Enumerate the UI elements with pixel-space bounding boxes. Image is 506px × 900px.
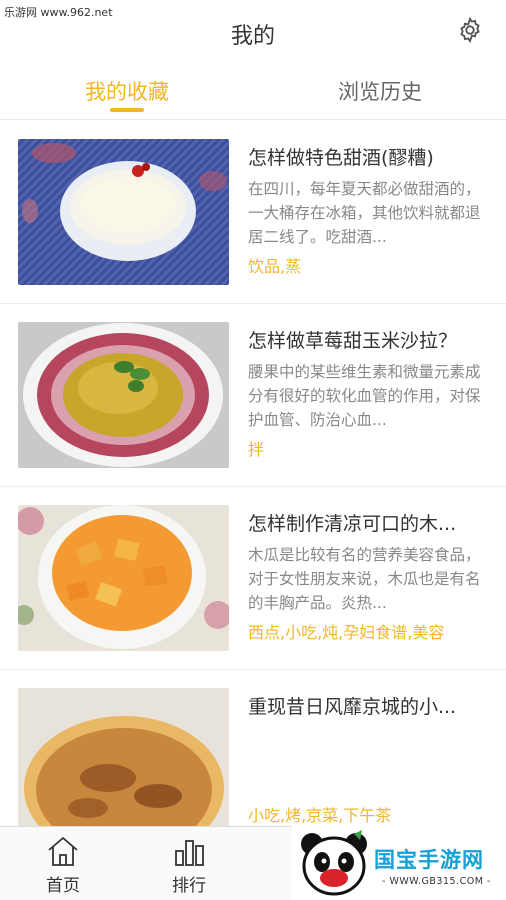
tab-favorites[interactable]: 我的收藏 xyxy=(27,76,227,106)
recipe-thumbnail xyxy=(18,688,229,834)
brand-watermark: 国宝手游网 - WWW.GB315.COM - xyxy=(292,826,506,900)
item-description: 木瓜是比较有名的营养美容食品，对于女性朋友来说，木瓜也是有名的丰胸产品。炎热..… xyxy=(248,546,481,612)
gear-icon[interactable] xyxy=(456,16,484,44)
item-title: 重现昔日风靡京城的小... xyxy=(248,696,457,718)
list-item[interactable]: 怎样做特色甜酒(醪糟) 在四川，每年夏天都必做甜酒的，一大桶存在冰箱，其他饮料就… xyxy=(0,121,506,304)
recipe-thumbnail xyxy=(18,139,229,285)
recipe-thumbnail xyxy=(18,505,229,651)
item-tags: 小吃,烤,京菜,下午茶 xyxy=(248,806,392,825)
active-tab-indicator xyxy=(110,108,144,112)
list-item[interactable]: 怎样制作清凉可口的木... 木瓜是比较有名的营养美容食品，对于女性朋友来说，木瓜… xyxy=(0,487,506,670)
home-icon xyxy=(48,836,78,866)
brand-name: 国宝手游网 xyxy=(374,848,484,872)
page-title: 我的 xyxy=(230,24,275,49)
item-title: 怎样做特色甜酒(醪糟) xyxy=(248,147,434,169)
nav-rank[interactable]: 排行 xyxy=(144,833,234,896)
panda-logo-icon xyxy=(301,830,367,896)
item-description: 腰果中的某些维生素和微量元素成分有很好的软化血管的作用，对保护血管、防治心血..… xyxy=(248,363,481,429)
tab-history[interactable]: 浏览历史 xyxy=(280,76,480,106)
item-description: 在四川，每年夏天都必做甜酒的，一大桶存在冰箱，其他饮料就都退居二线了。吃甜酒..… xyxy=(248,180,481,246)
nav-home[interactable]: 首页 xyxy=(18,833,108,896)
item-tags: 西点,小吃,炖,孕妇食谱,美容 xyxy=(248,623,445,642)
nav-home-label: 首页 xyxy=(46,876,80,896)
nav-rank-label: 排行 xyxy=(172,876,206,896)
list-item[interactable]: 怎样做草莓甜玉米沙拉？ 腰果中的某些维生素和微量元素成分有很好的软化血管的作用，… xyxy=(0,304,506,487)
header: 我的 xyxy=(0,0,506,68)
recipe-thumbnail xyxy=(18,322,229,468)
favorites-list: 怎样做特色甜酒(醪糟) 在四川，每年夏天都必做甜酒的，一大桶存在冰箱，其他饮料就… xyxy=(0,121,506,853)
item-title: 怎样制作清凉可口的木... xyxy=(248,513,457,535)
item-title: 怎样做草莓甜玉米沙拉？ xyxy=(248,330,458,352)
item-tags: 拌 xyxy=(248,440,265,459)
tab-bar: 我的收藏 浏览历史 xyxy=(0,70,506,120)
item-tags: 饮品,蒸 xyxy=(248,257,302,276)
bar-chart-icon xyxy=(175,840,204,866)
brand-url: - WWW.GB315.COM - xyxy=(382,876,491,887)
